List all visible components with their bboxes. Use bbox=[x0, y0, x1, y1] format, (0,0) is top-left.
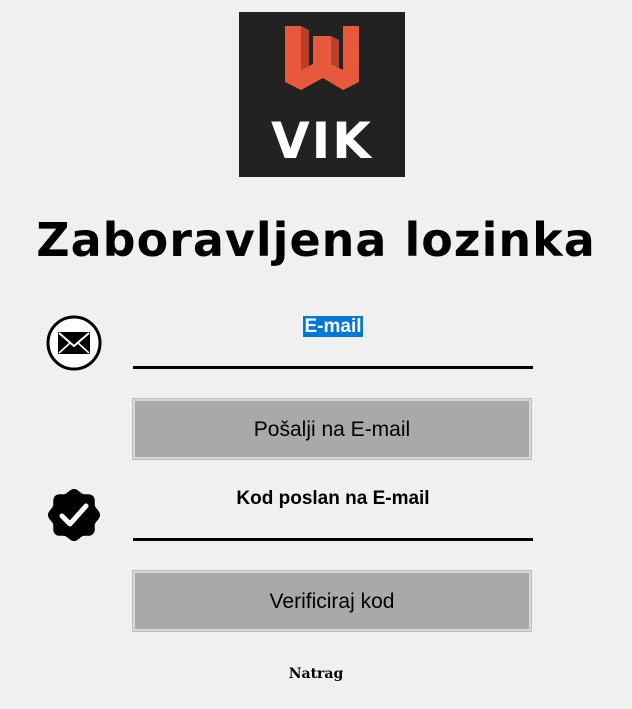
envelope-icon bbox=[45, 314, 103, 372]
logo-text: VIK bbox=[271, 112, 373, 170]
email-field[interactable]: E-mail bbox=[133, 312, 533, 370]
email-field-value: E-mail bbox=[303, 316, 363, 337]
verify-code-button[interactable]: Verificiraj kod bbox=[132, 570, 532, 632]
verified-badge-icon bbox=[45, 486, 103, 544]
verification-code-field[interactable]: Kod poslan na E-mail bbox=[133, 484, 533, 542]
email-field-underline bbox=[133, 366, 533, 369]
send-email-button[interactable]: Pošalji na E-mail bbox=[132, 398, 532, 460]
code-field-underline bbox=[133, 538, 533, 541]
vik-logo: VIK bbox=[239, 12, 405, 177]
logo-mark bbox=[285, 26, 359, 90]
email-field-text[interactable]: E-mail bbox=[133, 315, 533, 339]
back-link[interactable]: Natrag bbox=[0, 666, 632, 682]
verification-code-text[interactable]: Kod poslan na E-mail bbox=[133, 487, 533, 511]
page-title: Zaboravljena lozinka bbox=[36, 213, 596, 267]
